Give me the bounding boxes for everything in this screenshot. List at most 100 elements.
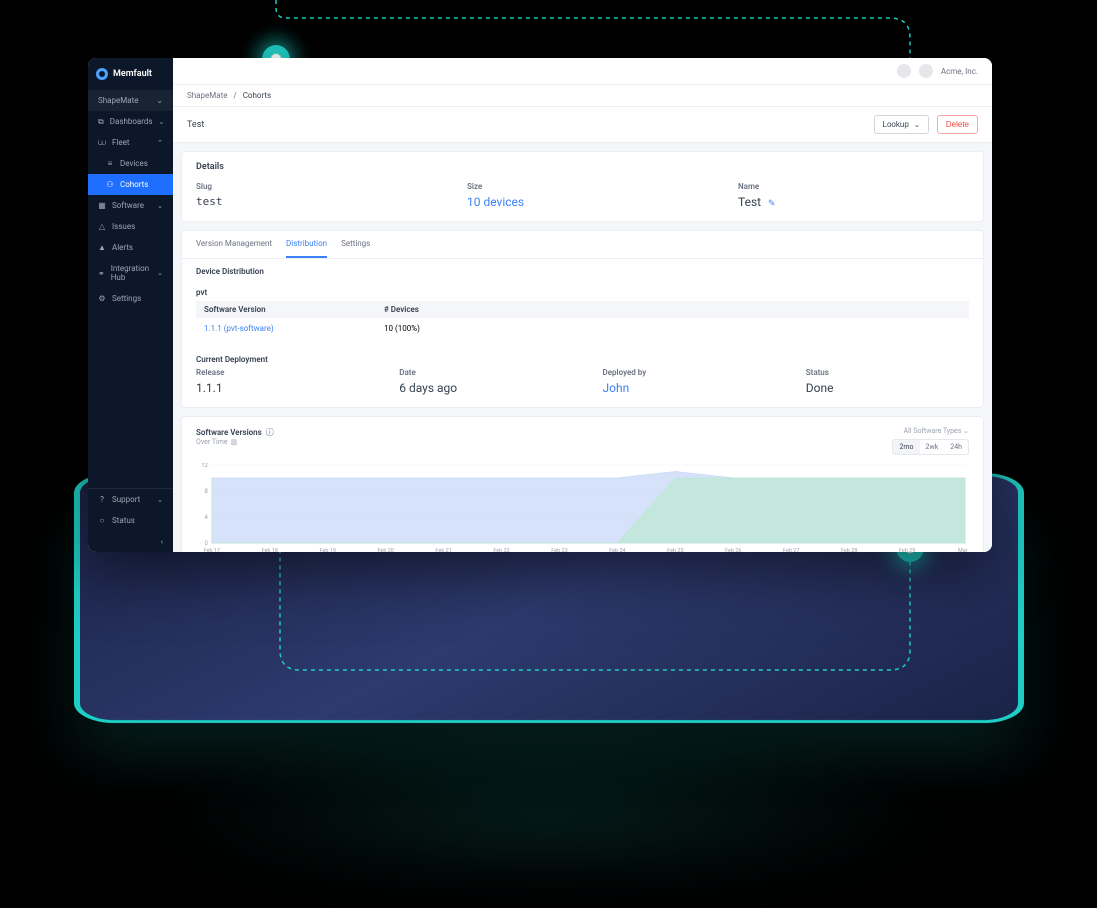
release-label: Release [196,368,359,377]
svg-text:8: 8 [205,488,209,495]
bar-chart-icon: ▥ [231,438,238,446]
svg-text:Feb 28: Feb 28 [841,548,857,552]
range-2wk[interactable]: 2wk [920,440,945,454]
lookup-button[interactable]: Lookup ⌄ [874,115,929,134]
sidebar-item-label: Alerts [112,243,133,252]
chart-plot: 04812Feb 17Feb 18Feb 19Feb 20Feb 21Feb 2… [196,463,969,552]
slug-label: Slug [196,182,427,191]
chevron-down-icon: ⌄ [963,427,969,435]
sidebar-item-label: Issues [112,222,135,231]
grid-icon: ▦ [98,202,106,210]
tab-version-management[interactable]: Version Management [196,231,272,258]
svg-text:Feb 21: Feb 21 [435,548,451,552]
bell-icon: ▲ [98,244,106,252]
sidebar-item-label: Integration Hub [111,264,151,282]
date-label: Date [399,368,562,377]
delete-button[interactable]: Delete [937,115,978,134]
plug-icon: ⚭ [98,269,105,277]
sidebar-item-dashboards[interactable]: ⧉ Dashboards ⌄ [88,111,173,132]
date-value: 6 days ago [399,381,562,395]
chart-icon: ⧉ [98,118,104,126]
name-value: Test [738,195,761,209]
tab-settings[interactable]: Settings [341,231,370,258]
info-icon[interactable]: ⓘ [266,427,274,438]
gear-icon: ⚙ [98,295,106,303]
chevron-down-icon: ⌄ [159,118,165,126]
user-avatar-icon[interactable] [919,64,933,78]
range-24h[interactable]: 24h [944,440,968,454]
details-panel: Details Slug test Size 10 devices Name [181,151,984,222]
status-icon: ○ [98,517,106,525]
project-selector[interactable]: ShapeMate ⌄ [88,90,173,111]
sidebar-item-label: Devices [120,159,148,168]
notification-icon[interactable] [897,64,911,78]
sidebar: Memfault ShapeMate ⌄ ⧉ Dashboards ⌄ ⩊ Fl… [88,58,173,552]
sidebar-item-cohorts[interactable]: ⚇ Cohorts [88,174,173,195]
svg-text:Feb 29: Feb 29 [899,548,915,552]
sidebar-item-label: Software [112,201,144,210]
status-label: Status [806,368,969,377]
org-name[interactable]: Acme, Inc. [941,67,978,76]
software-type-filter[interactable]: All Software Types ⌄ [904,427,969,435]
svg-text:Feb 22: Feb 22 [493,548,509,552]
sidebar-item-integration[interactable]: ⚭ Integration Hub ⌄ [88,258,173,288]
device-count: 10 (100%) [384,324,961,333]
chevron-left-icon: ‹ [161,537,163,546]
svg-text:Feb 19: Feb 19 [320,548,336,552]
distribution-panel: Version Management Distribution Settings… [181,230,984,408]
brand-name: Memfault [113,69,152,79]
chart-subtitle: Over Time ▥ [196,438,274,446]
distribution-heading: Device Distribution [182,259,983,280]
version-link[interactable]: 1.1.1 (pvt-software) [204,324,274,333]
deployment-heading: Current Deployment [182,347,983,368]
sidebar-item-settings[interactable]: ⚙ Settings [88,288,173,309]
sidebar-item-alerts[interactable]: ▲ Alerts [88,237,173,258]
logo-icon [96,68,108,80]
col-version-header: Software Version [204,305,384,314]
sidebar-item-issues[interactable]: △ Issues [88,216,173,237]
breadcrumb-root[interactable]: ShapeMate [187,91,227,100]
sidebar-item-software[interactable]: ▦ Software ⌄ [88,195,173,216]
deployed-by-label: Deployed by [603,368,766,377]
page-header: Test Lookup ⌄ Delete [173,107,992,143]
lookup-label: Lookup [883,120,909,129]
breadcrumb-current: Cohorts [243,91,271,100]
help-icon: ? [98,496,106,504]
breadcrumb: ShapeMate / Cohorts [173,85,992,107]
range-2mo[interactable]: 2mo [893,440,919,454]
sidebar-item-label: Settings [112,294,141,303]
svg-text:12: 12 [201,463,208,469]
chevron-down-icon: ⌄ [914,122,920,129]
collapse-sidebar-button[interactable]: ‹ [88,531,173,552]
size-value-link[interactable]: 10 devices [467,195,524,209]
sidebar-item-support[interactable]: ? Support ⌄ [88,489,173,510]
sidebar-item-label: Support [112,495,140,504]
svg-text:Feb 18: Feb 18 [262,548,278,552]
tab-distribution[interactable]: Distribution [286,231,327,258]
breadcrumb-sep: / [233,91,236,100]
brand: Memfault [88,58,173,90]
svg-text:Feb 17: Feb 17 [204,548,220,552]
sidebar-item-fleet[interactable]: ⩊ Fleet ⌃ [88,132,173,153]
deployed-by-link[interactable]: John [603,381,630,395]
sidebar-footer: ? Support ⌄ ○ Status ‹ [88,488,173,552]
edit-icon[interactable]: ✎ [768,199,776,209]
sidebar-item-status[interactable]: ○ Status [88,510,173,531]
svg-text:Feb 26: Feb 26 [725,548,741,552]
svg-text:Feb 23: Feb 23 [551,548,567,552]
chart-title: Software Versions ⓘ [196,427,274,438]
chevron-down-icon: ⌄ [156,96,163,105]
sidebar-item-label: Status [112,516,135,525]
slug-value: test [196,195,427,208]
details-heading: Details [182,152,983,182]
sidebar-item-devices[interactable]: ≡ Devices [88,153,173,174]
topbar: Acme, Inc. [173,58,992,85]
content-scroll[interactable]: Details Slug test Size 10 devices Name [173,143,992,552]
users-icon: ⚇ [106,181,114,189]
fleet-icon: ⩊ [98,139,106,147]
table-row: 1.1.1 (pvt-software) 10 (100%) [196,318,969,339]
chart-card: Software Versions ⓘ Over Time ▥ All Soft… [181,416,984,552]
size-label: Size [467,182,698,191]
sidebar-item-label: Cohorts [120,180,148,189]
app-window: Memfault ShapeMate ⌄ ⧉ Dashboards ⌄ ⩊ Fl… [88,58,992,552]
